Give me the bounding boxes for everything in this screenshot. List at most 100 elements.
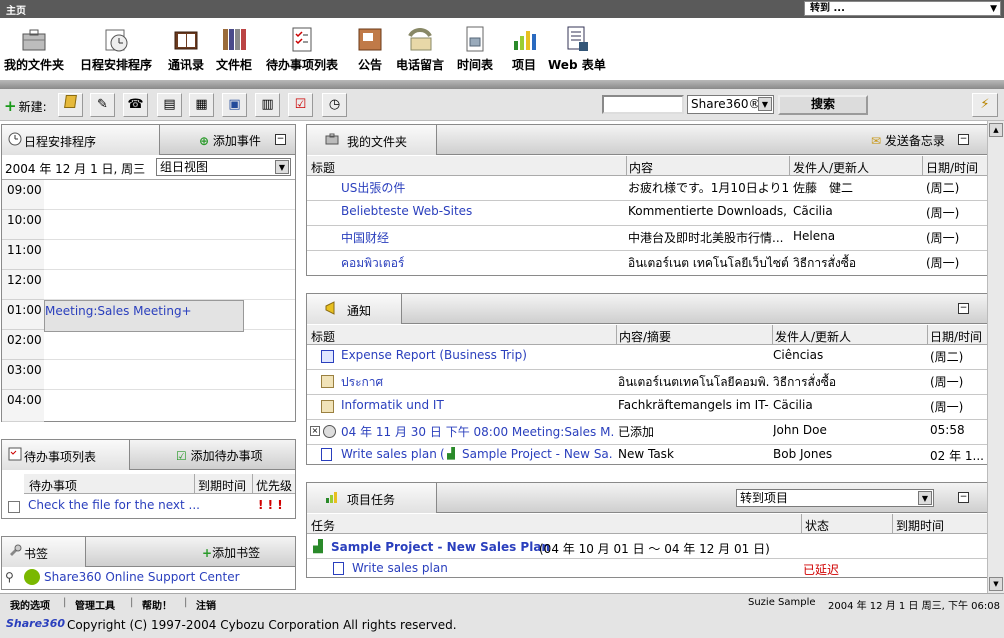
table-row[interactable]: Expense Report (Business Trip) Ciências …	[307, 345, 987, 370]
minimize-button[interactable]: −	[958, 303, 969, 314]
column-header: 优先级	[256, 479, 293, 493]
todo-tab[interactable]: 待办事项列表	[2, 440, 130, 470]
task-row[interactable]: Write sales plan 已延迟	[307, 559, 987, 579]
table-row[interactable]: ประกาศ อินเตอร์เนตเทคโนโลยีคอมพิ... วิธี…	[307, 370, 987, 395]
add-todo-button[interactable]: ☑ 添加待办事项	[176, 447, 263, 464]
row-sender: Ciências	[773, 348, 824, 362]
notices-tab[interactable]: 通知	[307, 294, 402, 324]
goto-project-select[interactable]: 转到项目 ▼	[736, 489, 934, 507]
app-bulletin[interactable]: 公告	[356, 20, 384, 73]
address-book-icon	[174, 31, 198, 50]
row-title-link[interactable]: Informatik und IT	[341, 398, 444, 412]
time-slot[interactable]	[44, 210, 295, 240]
row-title-link[interactable]: คอมพิวเตอร์	[341, 254, 404, 273]
search-scope-value: Share360®	[691, 97, 761, 111]
column-header: 标题	[311, 161, 336, 175]
bookmark-row[interactable]: ⚲ Share360 Online Support Center	[2, 567, 295, 592]
column-header: 内容/摘要	[619, 330, 672, 344]
footer-link-logout[interactable]: 注销	[196, 597, 216, 612]
project-row[interactable]: ▟ Sample Project - New Sales Plan (04 年 …	[307, 536, 987, 559]
row-title-link[interactable]: ประกาศ	[341, 373, 383, 392]
row-title-link[interactable]: Expense Report (Business Trip)	[341, 348, 527, 362]
time-slot[interactable]	[44, 330, 295, 360]
time-label: 02:00	[2, 330, 44, 360]
search-scope-select[interactable]: Share360® ▼	[687, 95, 774, 114]
goto-select[interactable]: 转到 ... ▼	[804, 1, 1001, 16]
close-icon[interactable]: ×	[310, 426, 320, 436]
add-bookmark-button[interactable]: +添加书签	[202, 544, 260, 561]
app-web-forms[interactable]: Web 表单	[548, 20, 606, 73]
table-row[interactable]: Write sales plan ( ▟ Sample Project - Ne…	[307, 445, 987, 465]
new-timecard-button[interactable]: ▤	[157, 93, 182, 117]
search-button[interactable]: 搜索	[778, 95, 868, 115]
todo-task-link[interactable]: Check the file for the next ...	[28, 498, 200, 512]
page-scrollbar[interactable]: ▲ ▼	[987, 121, 1004, 593]
new-phone-message-button[interactable]: ☎	[123, 93, 148, 117]
minimize-button[interactable]: −	[275, 134, 286, 145]
header-divider	[0, 80, 1004, 89]
new-todo-button[interactable]: ☑	[288, 93, 313, 117]
row-title-link[interactable]: Beliebteste Web-Sites	[341, 204, 472, 218]
app-phone-messages[interactable]: 电话留言	[396, 20, 444, 73]
minimize-button[interactable]: −	[958, 134, 969, 145]
row-title-link[interactable]: Write sales plan	[341, 447, 437, 461]
new-announcement-button[interactable]: ✎	[90, 93, 115, 117]
time-slot[interactable]	[44, 390, 295, 422]
app-scheduler[interactable]: 日程安排程序	[80, 20, 152, 73]
scroll-up-icon[interactable]: ▲	[989, 123, 1003, 137]
app-cabinet[interactable]: 文件柜	[216, 20, 252, 73]
search-input[interactable]	[602, 95, 684, 114]
scheduler-view-select[interactable]: 组日视图 ▼	[156, 158, 291, 176]
wand-button[interactable]: ⚡	[972, 93, 998, 117]
table-row[interactable]: Informatik und IT Fachkräftemangels im I…	[307, 395, 987, 420]
table-row[interactable]: 中国财经 中港台及即时北美股市行情... Helena (周一)	[307, 226, 987, 251]
my-folder-tab[interactable]: 我的文件夹	[307, 125, 437, 155]
time-slot[interactable]	[44, 360, 295, 390]
add-bookmark-icon: +	[202, 546, 213, 560]
time-slot[interactable]	[44, 180, 295, 210]
add-event-button[interactable]: ⊕ 添加事件	[199, 132, 261, 149]
new-folder-button[interactable]	[58, 93, 83, 117]
calendar-event-title[interactable]: Meeting:Sales Meeting+	[45, 304, 192, 318]
new-calendar-button[interactable]: ▣	[222, 93, 247, 117]
table-row[interactable]: US出張の件 お疲れ様です。1月10日より1... 佐藤 健二 (周二)	[307, 176, 987, 201]
new-label-text: 新建:	[18, 100, 47, 114]
time-slot[interactable]	[44, 240, 295, 270]
app-timecard[interactable]: 时间表	[457, 20, 493, 73]
table-row[interactable]: Beliebteste Web-Sites Kommentierte Downl…	[307, 201, 987, 226]
minimize-button[interactable]: −	[958, 492, 969, 503]
app-address-book[interactable]: 通讯录	[168, 20, 204, 73]
briefcase-icon	[325, 133, 339, 145]
project-tasks-tab[interactable]: 项目任务	[307, 483, 437, 513]
task-link[interactable]: Write sales plan	[352, 561, 448, 575]
time-slot[interactable]	[44, 270, 295, 300]
new-event-button[interactable]: ◷	[322, 93, 347, 117]
scroll-down-icon[interactable]: ▼	[989, 577, 1003, 591]
calendar-event[interactable]: Meeting:Sales Meeting+	[44, 300, 244, 332]
row-date: 02 年 1...	[930, 449, 984, 463]
send-memo-button[interactable]: ✉ 发送备忘录	[871, 132, 945, 149]
new-document-button[interactable]: ▥	[255, 93, 280, 117]
app-my-folder[interactable]: 我的文件夹	[4, 20, 64, 73]
row-title-link[interactable]: US出張の件	[341, 179, 405, 196]
scheduler-tab[interactable]: 日程安排程序	[2, 125, 160, 155]
bookmarks-tab[interactable]: 书签	[2, 537, 86, 567]
new-report-button[interactable]: ▦	[189, 93, 214, 117]
scheduler-view-value: 组日视图	[160, 160, 209, 174]
app-todo[interactable]: 待办事项列表	[266, 20, 338, 73]
footer-link-help[interactable]: 帮助！	[142, 597, 172, 612]
footer-link-admin[interactable]: 管理工具	[75, 597, 115, 612]
bookmark-link[interactable]: Share360 Online Support Center	[44, 570, 240, 584]
project-link[interactable]: Sample Project - New Sales Plan	[331, 540, 550, 554]
top-bar: 主页 转到 ... ▼	[0, 0, 1004, 18]
row-title-link[interactable]: 04 年 11 月 30 日 下午 08:00 Meeting:Sales M.…	[341, 423, 615, 440]
footer-link-options[interactable]: 我的选项	[10, 597, 50, 612]
form-icon	[567, 26, 588, 51]
app-projects[interactable]: 项目	[510, 20, 538, 73]
todo-checkbox[interactable]	[8, 501, 20, 513]
row-title-link[interactable]: 中国财经	[341, 229, 389, 246]
table-row[interactable]: × 04 年 11 月 30 日 下午 08:00 Meeting:Sales …	[307, 420, 987, 445]
table-row[interactable]: คอมพิวเตอร์ อินเตอร์เนต เทคโนโลยีเว็บไซต…	[307, 251, 987, 276]
row-project-link[interactable]: Sample Project - New Sa...	[462, 447, 612, 461]
row-sender: Cãcilia	[793, 204, 833, 218]
